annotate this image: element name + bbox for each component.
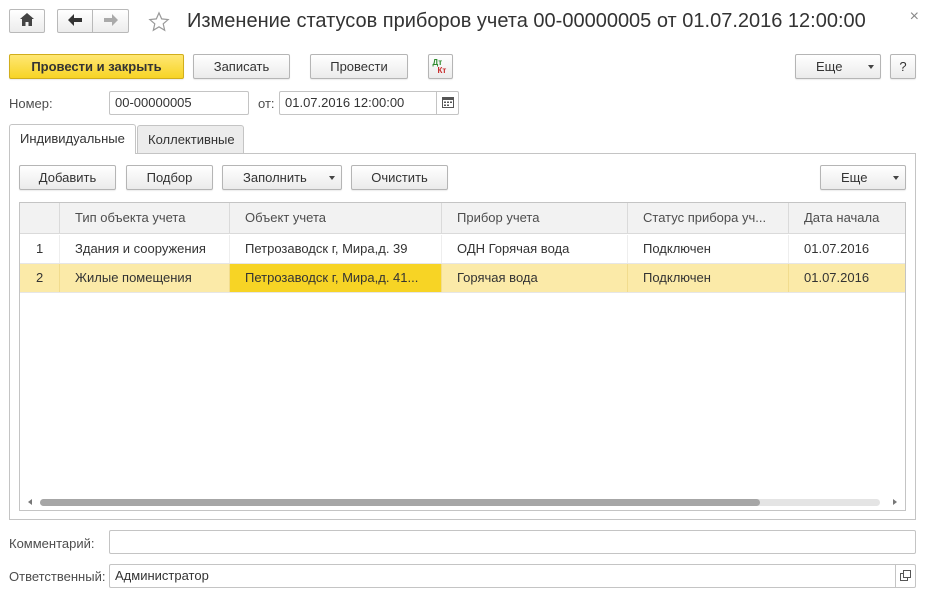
help-button[interactable]: ?	[890, 54, 916, 79]
column-header-number[interactable]	[20, 203, 60, 234]
start-date-cell[interactable]: 01.07.2016	[789, 264, 905, 292]
close-icon[interactable]: ×	[910, 8, 919, 26]
table-header: Тип объекта учета Объект учета Прибор уч…	[20, 203, 905, 234]
object-type-cell[interactable]: Жилые помещения	[60, 264, 230, 292]
open-window-icon	[900, 569, 911, 584]
number-field[interactable]: 00-00000005	[109, 91, 249, 115]
save-button[interactable]: Записать	[193, 54, 290, 79]
dt-kt-report-button[interactable]: Дт Кт	[428, 54, 453, 79]
chevron-down-icon	[329, 176, 335, 180]
star-icon	[148, 11, 170, 36]
number-label: Номер:	[9, 96, 53, 111]
scroll-left-icon[interactable]	[28, 499, 32, 505]
post-button[interactable]: Провести	[310, 54, 408, 79]
more-button[interactable]: Еще	[795, 54, 881, 79]
comment-field[interactable]	[109, 530, 916, 554]
row-number: 2	[20, 264, 60, 292]
page-title: Изменение статусов приборов учета 00-000…	[187, 10, 866, 32]
meter-cell[interactable]: ОДН Горячая вода	[442, 235, 628, 263]
object-cell[interactable]: Петрозаводск г, Мира,д. 41...	[230, 264, 442, 292]
table-row[interactable]: 2 Жилые помещения Петрозаводск г, Мира,д…	[20, 264, 905, 293]
meters-table[interactable]: Тип объекта учета Объект учета Прибор уч…	[19, 202, 906, 511]
start-date-cell[interactable]: 01.07.2016	[789, 235, 905, 263]
dt-kt-icon: Дт Кт	[432, 57, 447, 75]
fill-button[interactable]: Заполнить	[222, 165, 342, 190]
calendar-button[interactable]	[436, 92, 458, 114]
clear-button[interactable]: Очистить	[351, 165, 448, 190]
favorite-star-button[interactable]	[148, 11, 170, 33]
open-button[interactable]	[895, 565, 915, 587]
status-cell[interactable]: Подключен	[628, 235, 789, 263]
arrow-right-icon	[103, 13, 118, 29]
post-and-close-button[interactable]: Провести и закрыть	[9, 54, 184, 79]
calendar-icon	[441, 96, 454, 111]
horizontal-scrollbar[interactable]	[20, 494, 905, 510]
comment-label: Комментарий:	[9, 536, 95, 551]
tab-collective[interactable]: Коллективные	[137, 125, 244, 154]
date-label: от:	[258, 96, 275, 111]
responsible-field[interactable]: Администратор	[109, 564, 916, 588]
back-button[interactable]	[57, 9, 93, 33]
chevron-down-icon	[893, 176, 899, 180]
arrow-left-icon	[68, 13, 82, 29]
tab-individual[interactable]: Индивидуальные	[9, 124, 136, 154]
object-type-cell[interactable]: Здания и сооружения	[60, 235, 230, 263]
column-header-status[interactable]: Статус прибора уч...	[628, 203, 789, 234]
row-number: 1	[20, 235, 60, 263]
object-cell[interactable]: Петрозаводск г, Мира,д. 39	[230, 235, 442, 263]
column-header-meter[interactable]: Прибор учета	[442, 203, 628, 234]
chevron-down-icon	[868, 65, 874, 69]
scroll-right-icon[interactable]	[893, 499, 897, 505]
home-button[interactable]	[9, 9, 45, 33]
home-icon	[20, 13, 34, 29]
column-header-start-date[interactable]: Дата начала	[789, 203, 905, 234]
meter-cell[interactable]: Горячая вода	[442, 264, 628, 292]
date-field[interactable]: 01.07.2016 12:00:00	[279, 91, 459, 115]
forward-button[interactable]	[93, 9, 129, 33]
column-header-object-type[interactable]: Тип объекта учета	[60, 203, 230, 234]
add-button[interactable]: Добавить	[19, 165, 116, 190]
status-cell[interactable]: Подключен	[628, 264, 789, 292]
table-row[interactable]: 1 Здания и сооружения Петрозаводск г, Ми…	[20, 235, 905, 264]
column-header-object[interactable]: Объект учета	[230, 203, 442, 234]
pick-button[interactable]: Подбор	[126, 165, 213, 190]
scrollbar-thumb[interactable]	[40, 499, 760, 506]
responsible-label: Ответственный:	[9, 569, 106, 584]
table-more-button[interactable]: Еще	[820, 165, 906, 190]
